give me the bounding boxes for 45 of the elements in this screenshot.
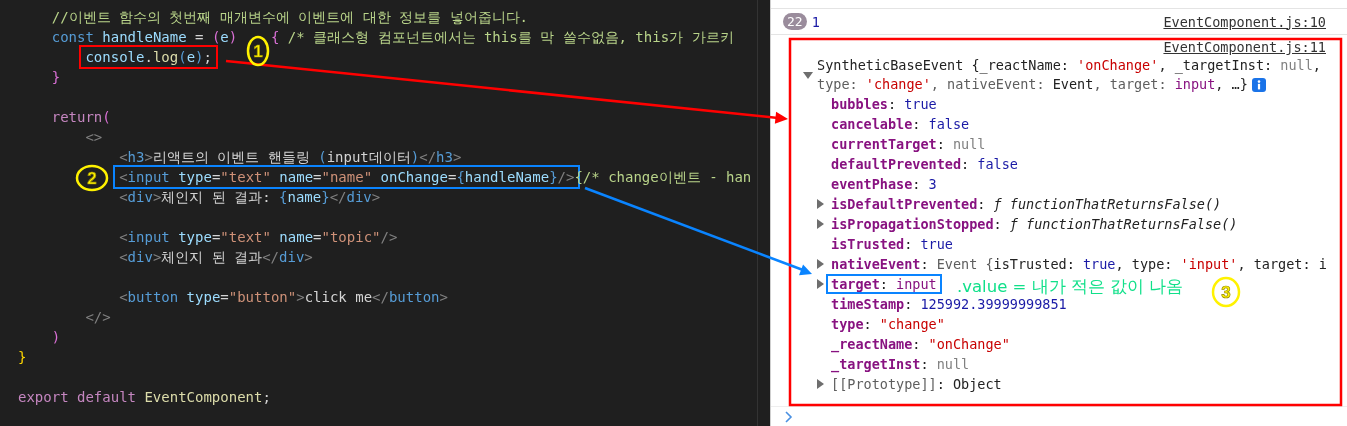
code-line: <div>체인지 된 결과</div> bbox=[119, 248, 313, 267]
code-line: <input type="text" name="topic"/> bbox=[119, 228, 398, 247]
property-row: currentTarget: null bbox=[831, 136, 986, 152]
prompt-icon bbox=[784, 411, 793, 423]
code-comment: //이벤트 함수의 첫번째 매개변수에 이벤트에 대한 정보를 넣어줍니다. bbox=[51, 8, 528, 27]
property-row: isDefaultPrevented: ƒ functionThatReturnsFalse() bbox=[831, 196, 1222, 212]
code-line: <button type="button">click me</button> bbox=[119, 288, 448, 307]
code-line: export default EventComponent; bbox=[18, 388, 271, 407]
expand-icon[interactable] bbox=[817, 199, 824, 209]
code-line: </> bbox=[85, 308, 111, 327]
code-line: <div>체인지 된 결과: {name}</div> bbox=[119, 188, 381, 207]
property-row: defaultPrevented: false bbox=[831, 156, 1018, 172]
expand-icon[interactable] bbox=[803, 71, 813, 79]
property-row: isPropagationStopped: ƒ functionThatReturnsFalse() bbox=[831, 216, 1238, 232]
property-row: _targetInst: null bbox=[831, 356, 970, 372]
code-line: return( bbox=[51, 108, 111, 127]
property-row: _reactName: "onChange" bbox=[831, 336, 1010, 352]
count-badge: 22 bbox=[783, 13, 807, 30]
code-comment: /* 클래스형 컴포넌트에서는 this를 막 쓸수없음, this가 가르키 bbox=[286, 28, 734, 47]
property-row: isTrusted: true bbox=[831, 236, 953, 252]
log-text: 1 bbox=[811, 13, 821, 30]
code-line: } bbox=[51, 68, 61, 87]
object-summary: type: 'change', nativeEvent: Event, target: input, …} bbox=[817, 75, 1248, 94]
property-row: nativeEvent: Event {isTrusted: true, type: 'input', target: i bbox=[831, 256, 1327, 272]
property-row: cancelable: false bbox=[831, 116, 970, 132]
expand-icon[interactable] bbox=[817, 219, 824, 229]
circled-number: 3 bbox=[1211, 276, 1241, 308]
property-row: [[Prototype]]: Object bbox=[831, 376, 1002, 392]
circled-number: 1 bbox=[246, 35, 270, 67]
annotation-note: .value = 내가 적은 값이 나옴 bbox=[957, 277, 1184, 296]
property-row: type: "change" bbox=[831, 316, 945, 332]
property-row: eventPhase: 3 bbox=[831, 176, 937, 192]
code-line: <h3>리액트의 이벤트 핸들링 (input데이터)</h3> bbox=[119, 148, 462, 167]
code-line: ) bbox=[51, 328, 61, 347]
code-line: <> bbox=[85, 128, 103, 147]
source-link[interactable]: EventComponent.js:11 bbox=[1163, 38, 1326, 56]
expand-icon[interactable] bbox=[817, 379, 824, 389]
code-line: } bbox=[18, 348, 27, 367]
property-row: bubbles: true bbox=[831, 96, 937, 112]
property-row: target: input bbox=[826, 274, 942, 294]
info-icon[interactable] bbox=[1251, 77, 1266, 92]
source-link[interactable]: EventComponent.js:10 bbox=[1163, 13, 1326, 30]
circled-number: 2 bbox=[75, 164, 109, 192]
object-summary: SyntheticBaseEvent {_reactName: 'onChange', _targetInst: null, bbox=[817, 56, 1321, 75]
property-row: timeStamp: 125992.39999999851 bbox=[831, 296, 1067, 312]
